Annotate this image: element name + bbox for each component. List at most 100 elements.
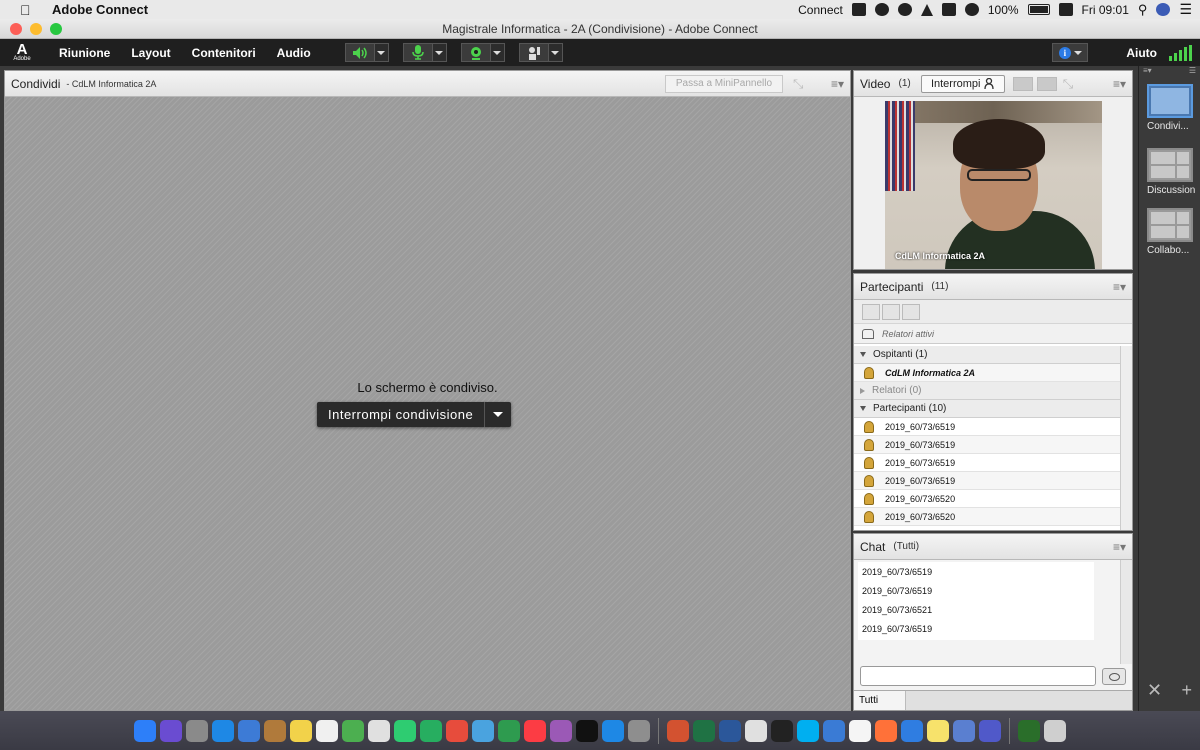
menu-audio[interactable]: Audio <box>277 46 311 60</box>
reminders-icon[interactable] <box>316 719 338 742</box>
stop-sharing-dropdown[interactable] <box>484 402 511 427</box>
adobe-icon[interactable] <box>1018 719 1040 742</box>
group-participants[interactable]: Partecipanti (10) <box>854 400 1120 418</box>
grid-layout-icon[interactable] <box>1012 76 1033 91</box>
stop-video-button[interactable]: Interrompi <box>920 74 1005 93</box>
bluetooth-icon[interactable] <box>941 3 956 16</box>
numbers-icon[interactable] <box>498 719 520 742</box>
contacts-icon[interactable] <box>264 719 286 742</box>
battery-icon[interactable] <box>1027 4 1050 15</box>
apple-menu-icon[interactable]:  <box>20 2 34 18</box>
preview-icon[interactable] <box>238 719 260 742</box>
siri-icon[interactable] <box>160 719 182 742</box>
participant-row[interactable]: 2019_60/73/6519 <box>854 436 1120 454</box>
sort-view-icon[interactable] <box>902 303 920 320</box>
info-button[interactable]: i <box>1052 43 1089 62</box>
filmstrip-layout-icon[interactable] <box>1036 76 1057 91</box>
participant-row[interactable]: 2019_60/73/6519 <box>854 454 1120 472</box>
menu-layout[interactable]: Layout <box>131 46 170 60</box>
share-pod-menu-icon[interactable]: ≡▾ <box>831 77 844 91</box>
participant-row[interactable]: 2019_60/73/6520 <box>854 490 1120 508</box>
messages-icon[interactable] <box>394 719 416 742</box>
sidebar-collapse-icon[interactable]: ☰ <box>1189 66 1196 76</box>
microphone-button[interactable] <box>402 43 433 62</box>
webcam-dropdown[interactable] <box>490 43 505 62</box>
group-presenters[interactable]: Relatori (0) <box>854 382 1120 400</box>
layout-collaborazione[interactable]: Collabo... <box>1147 208 1195 256</box>
chrome-icon[interactable] <box>745 719 767 742</box>
safari-icon[interactable] <box>212 719 234 742</box>
status-acrobat-icon[interactable] <box>920 3 933 16</box>
webcam-button[interactable] <box>460 43 491 62</box>
status-sync-icon[interactable] <box>874 3 889 16</box>
participants-pod-menu-icon[interactable]: ≡▾ <box>1113 280 1126 294</box>
stop-sharing-button[interactable]: Interrompi condivisione <box>317 402 484 427</box>
speaker-dropdown[interactable] <box>374 43 389 62</box>
firefox-icon[interactable] <box>875 719 897 742</box>
add-layout-icon[interactable]: + <box>1181 680 1192 701</box>
help-menu[interactable]: Aiuto <box>1126 46 1157 60</box>
video-fullscreen-icon[interactable]: ⤡ <box>1063 76 1079 91</box>
menu-riunione[interactable]: Riunione <box>59 46 110 60</box>
chat-tab-all[interactable]: Tutti <box>854 691 906 710</box>
finder-icon[interactable] <box>134 719 156 742</box>
participants-scrollbar[interactable] <box>1120 346 1132 530</box>
word-icon[interactable] <box>719 719 741 742</box>
status-globe-icon[interactable] <box>897 3 912 16</box>
speaker-button[interactable] <box>344 43 375 62</box>
status-dropdown[interactable] <box>548 43 563 62</box>
itunes-icon[interactable] <box>524 719 546 742</box>
send-chat-button[interactable] <box>1102 668 1126 685</box>
status-minus-icon[interactable] <box>851 3 866 16</box>
keynote-icon[interactable] <box>472 719 494 742</box>
app-name[interactable]: Adobe Connect <box>52 2 148 17</box>
chat-input[interactable] <box>860 666 1096 686</box>
participant-row[interactable]: 2019_60/73/6519 <box>854 418 1120 436</box>
status-view-icon[interactable] <box>882 303 900 320</box>
chat-pod-menu-icon[interactable]: ≡▾ <box>1113 540 1126 554</box>
photos-icon[interactable] <box>368 719 390 742</box>
finder2-icon[interactable] <box>953 719 975 742</box>
participant-row[interactable]: 2019_60/73/6520 <box>854 508 1120 526</box>
display-icon[interactable] <box>1058 3 1073 16</box>
notes-icon[interactable] <box>290 719 312 742</box>
powerpoint-icon[interactable] <box>667 719 689 742</box>
host-row[interactable]: CdLM Informatica 2A <box>854 364 1120 382</box>
participant-row[interactable]: 2019_60/73/6519 <box>854 472 1120 490</box>
mini-panel-button[interactable]: Passa a MiniPannello <box>664 74 783 93</box>
status-connect[interactable]: Connect <box>798 3 843 17</box>
mail-icon[interactable] <box>823 719 845 742</box>
notification-center-icon[interactable]: ☰ <box>1179 1 1192 18</box>
appstore-icon[interactable] <box>602 719 624 742</box>
layout-discussione[interactable]: Discussione <box>1147 148 1195 196</box>
layout-condivisione[interactable]: Condivi... <box>1147 84 1195 132</box>
podcasts-icon[interactable] <box>550 719 572 742</box>
spotlight-icon[interactable]: ⚲ <box>1138 2 1148 18</box>
teams-icon[interactable] <box>979 719 1001 742</box>
microphone-dropdown[interactable] <box>432 43 447 62</box>
excel-icon[interactable] <box>693 719 715 742</box>
calendar-icon[interactable] <box>849 719 871 742</box>
trash-icon[interactable] <box>1044 719 1066 742</box>
webcam-feed[interactable]: CdLM Informatica 2A <box>885 101 1102 269</box>
user-avatar-icon[interactable] <box>1156 3 1171 16</box>
connect-icon[interactable] <box>901 719 923 742</box>
maps-icon[interactable] <box>342 719 364 742</box>
group-hosts[interactable]: Ospitanti (1) <box>854 346 1120 364</box>
raise-hand-button[interactable] <box>518 43 549 62</box>
facetime-icon[interactable] <box>420 719 442 742</box>
wifi-icon[interactable] <box>964 3 979 16</box>
stickies-icon[interactable] <box>927 719 949 742</box>
news-icon[interactable] <box>446 719 468 742</box>
skype-icon[interactable] <box>797 719 819 742</box>
sidebar-menu-icon[interactable]: ≡▾ <box>1143 66 1152 76</box>
launchpad-icon[interactable] <box>186 719 208 742</box>
preferences-icon[interactable] <box>628 719 650 742</box>
tv-icon[interactable] <box>576 719 598 742</box>
menubar-clock[interactable]: Fri 09:01 <box>1082 3 1129 17</box>
terminal-icon[interactable] <box>771 719 793 742</box>
chat-scrollbar[interactable] <box>1120 560 1132 664</box>
fullscreen-icon[interactable]: ⤡ <box>793 76 809 91</box>
video-pod-menu-icon[interactable]: ≡▾ <box>1113 77 1126 91</box>
menu-contenitori[interactable]: Contenitori <box>192 46 256 60</box>
